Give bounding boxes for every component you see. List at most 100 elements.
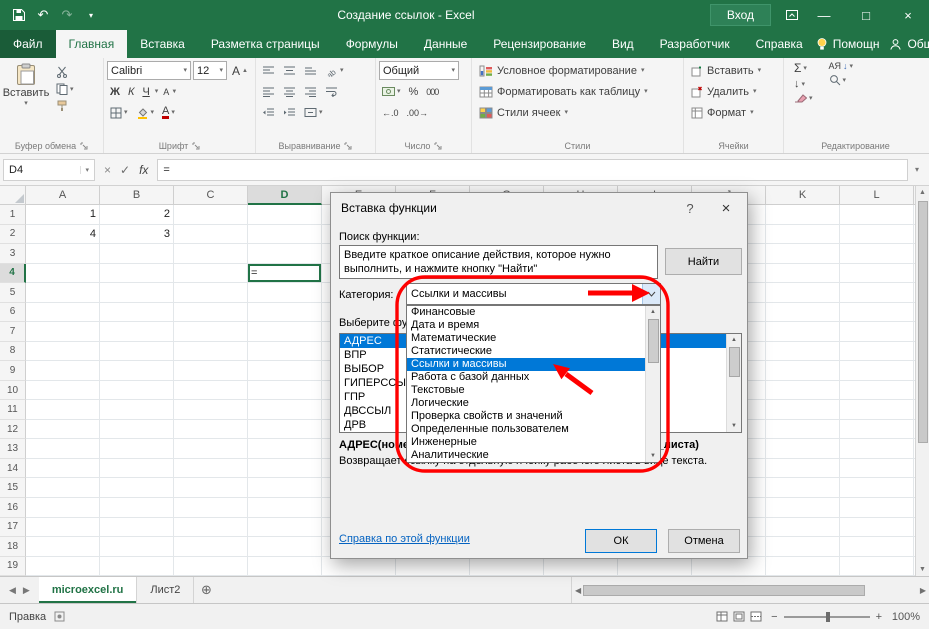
- row-header-2[interactable]: 2: [0, 225, 26, 245]
- scroll-left-icon[interactable]: ◀: [575, 586, 581, 595]
- increase-font-size-button[interactable]: А▲: [229, 63, 251, 79]
- number-dialog-launcher-icon[interactable]: [434, 142, 442, 150]
- cell-A14[interactable]: [26, 459, 100, 479]
- find-button[interactable]: Найти: [665, 248, 742, 275]
- cell-L15[interactable]: [840, 478, 914, 498]
- cell-L18[interactable]: [840, 537, 914, 557]
- cell-C14[interactable]: [174, 459, 248, 479]
- font-color-button[interactable]: А▾: [159, 105, 178, 120]
- formula-bar-expand-button[interactable]: ▾: [908, 165, 926, 174]
- cell-D14[interactable]: [248, 459, 322, 479]
- cell-L9[interactable]: [840, 361, 914, 381]
- cell-B4[interactable]: [100, 264, 174, 284]
- cell-D10[interactable]: [248, 381, 322, 401]
- cell-C11[interactable]: [174, 400, 248, 420]
- borders-button[interactable]: ▾: [107, 106, 131, 120]
- save-button[interactable]: [8, 0, 30, 30]
- row-header-6[interactable]: 6: [0, 303, 26, 323]
- format-painter-button[interactable]: [53, 99, 77, 113]
- cell-C10[interactable]: [174, 381, 248, 401]
- category-option-Математические[interactable]: Математические: [407, 332, 645, 345]
- zoom-out-button[interactable]: −: [771, 611, 777, 623]
- column-header-C[interactable]: C: [174, 186, 248, 205]
- cell-I19[interactable]: [618, 557, 692, 576]
- redo-button[interactable]: ↷: [56, 0, 78, 30]
- category-option-Текстовые[interactable]: Текстовые: [407, 384, 645, 397]
- font-dialog-launcher-icon[interactable]: [192, 142, 200, 150]
- row-header-9[interactable]: 9: [0, 361, 26, 381]
- comma-style-button[interactable]: 000: [423, 86, 441, 98]
- sheet-tab-Лист2[interactable]: Лист2: [137, 577, 194, 603]
- format-as-table-button[interactable]: Форматировать как таблицу▾: [475, 81, 680, 102]
- category-option-Работа с базой данных[interactable]: Работа с базой данных: [407, 371, 645, 384]
- previous-sheet-button[interactable]: ◀: [9, 585, 16, 596]
- cell-K16[interactable]: [766, 498, 840, 518]
- find-select-button[interactable]: ▾: [826, 73, 857, 87]
- cell-B10[interactable]: [100, 381, 174, 401]
- cell-D3[interactable]: [248, 244, 322, 264]
- row-header-18[interactable]: 18: [0, 537, 26, 557]
- customize-quick-access-button[interactable]: ▾: [80, 0, 102, 30]
- cell-L17[interactable]: [840, 518, 914, 538]
- copy-button[interactable]: ▾: [53, 82, 77, 96]
- row-header-1[interactable]: 1: [0, 205, 26, 225]
- row-header-3[interactable]: 3: [0, 244, 26, 264]
- vertical-scroll-thumb[interactable]: [918, 201, 928, 443]
- cell-A11[interactable]: [26, 400, 100, 420]
- cell-B17[interactable]: [100, 518, 174, 538]
- delete-cells-button[interactable]: Удалить▾: [687, 81, 780, 102]
- align-bottom-button[interactable]: [301, 64, 320, 77]
- cell-K18[interactable]: [766, 537, 840, 557]
- row-header-10[interactable]: 10: [0, 381, 26, 401]
- function-list-scrollbar[interactable]: ▲ ▼: [726, 334, 741, 432]
- cell-C1[interactable]: [174, 205, 248, 225]
- cut-button[interactable]: [53, 65, 77, 79]
- number-format-select[interactable]: Общий▾: [379, 61, 459, 80]
- function-help-link[interactable]: Справка по этой функции: [339, 533, 470, 545]
- macro-record-icon[interactable]: [54, 611, 65, 622]
- row-header-7[interactable]: 7: [0, 322, 26, 342]
- paste-button[interactable]: Вставить ▾: [3, 60, 49, 138]
- cell-B18[interactable]: [100, 537, 174, 557]
- percent-style-button[interactable]: %: [406, 85, 422, 99]
- cell-L2[interactable]: [840, 225, 914, 245]
- cell-B19[interactable]: [100, 557, 174, 576]
- zoom-slider[interactable]: [784, 616, 870, 618]
- function-scroll-thumb[interactable]: [729, 347, 740, 377]
- close-button[interactable]: ×: [887, 0, 929, 30]
- horizontal-scroll-thumb[interactable]: [583, 585, 865, 596]
- conditional-formatting-button[interactable]: Условное форматирование▾: [475, 60, 680, 81]
- row-header-16[interactable]: 16: [0, 498, 26, 518]
- merge-center-button[interactable]: ▾: [301, 106, 326, 119]
- cell-C18[interactable]: [174, 537, 248, 557]
- font-family-select[interactable]: Calibri▾: [107, 61, 191, 80]
- cell-D17[interactable]: [248, 518, 322, 538]
- zoom-level[interactable]: 100%: [888, 611, 920, 623]
- cancel-formula-button[interactable]: ×: [104, 163, 111, 177]
- cell-C16[interactable]: [174, 498, 248, 518]
- cell-B14[interactable]: [100, 459, 174, 479]
- category-option-Финансовые[interactable]: Финансовые: [407, 306, 645, 319]
- cell-A13[interactable]: [26, 439, 100, 459]
- font-size-select[interactable]: 12▾: [193, 61, 227, 80]
- category-dropdown[interactable]: Ссылки и массивы: [406, 283, 661, 305]
- ok-button[interactable]: ОК: [585, 529, 657, 553]
- sheet-tab-microexcel.ru[interactable]: microexcel.ru: [39, 577, 138, 603]
- cell-L19[interactable]: [840, 557, 914, 576]
- ribbon-tab-Разработчик[interactable]: Разработчик: [647, 30, 743, 58]
- function-search-input[interactable]: Введите краткое описание действия, котор…: [339, 245, 658, 279]
- cell-C5[interactable]: [174, 283, 248, 303]
- zoom-slider-thumb[interactable]: [826, 612, 830, 622]
- row-header-12[interactable]: 12: [0, 420, 26, 440]
- cell-A3[interactable]: [26, 244, 100, 264]
- cell-D9[interactable]: [248, 361, 322, 381]
- category-scroll-up-icon[interactable]: ▲: [650, 306, 656, 318]
- column-header-K[interactable]: K: [766, 186, 840, 205]
- cell-A12[interactable]: [26, 420, 100, 440]
- cell-L4[interactable]: [840, 264, 914, 284]
- cell-E19[interactable]: [322, 557, 396, 576]
- increase-indent-button[interactable]: [280, 106, 299, 119]
- cell-F19[interactable]: [396, 557, 470, 576]
- scroll-right-icon[interactable]: ▶: [920, 586, 926, 595]
- column-header-B[interactable]: B: [100, 186, 174, 205]
